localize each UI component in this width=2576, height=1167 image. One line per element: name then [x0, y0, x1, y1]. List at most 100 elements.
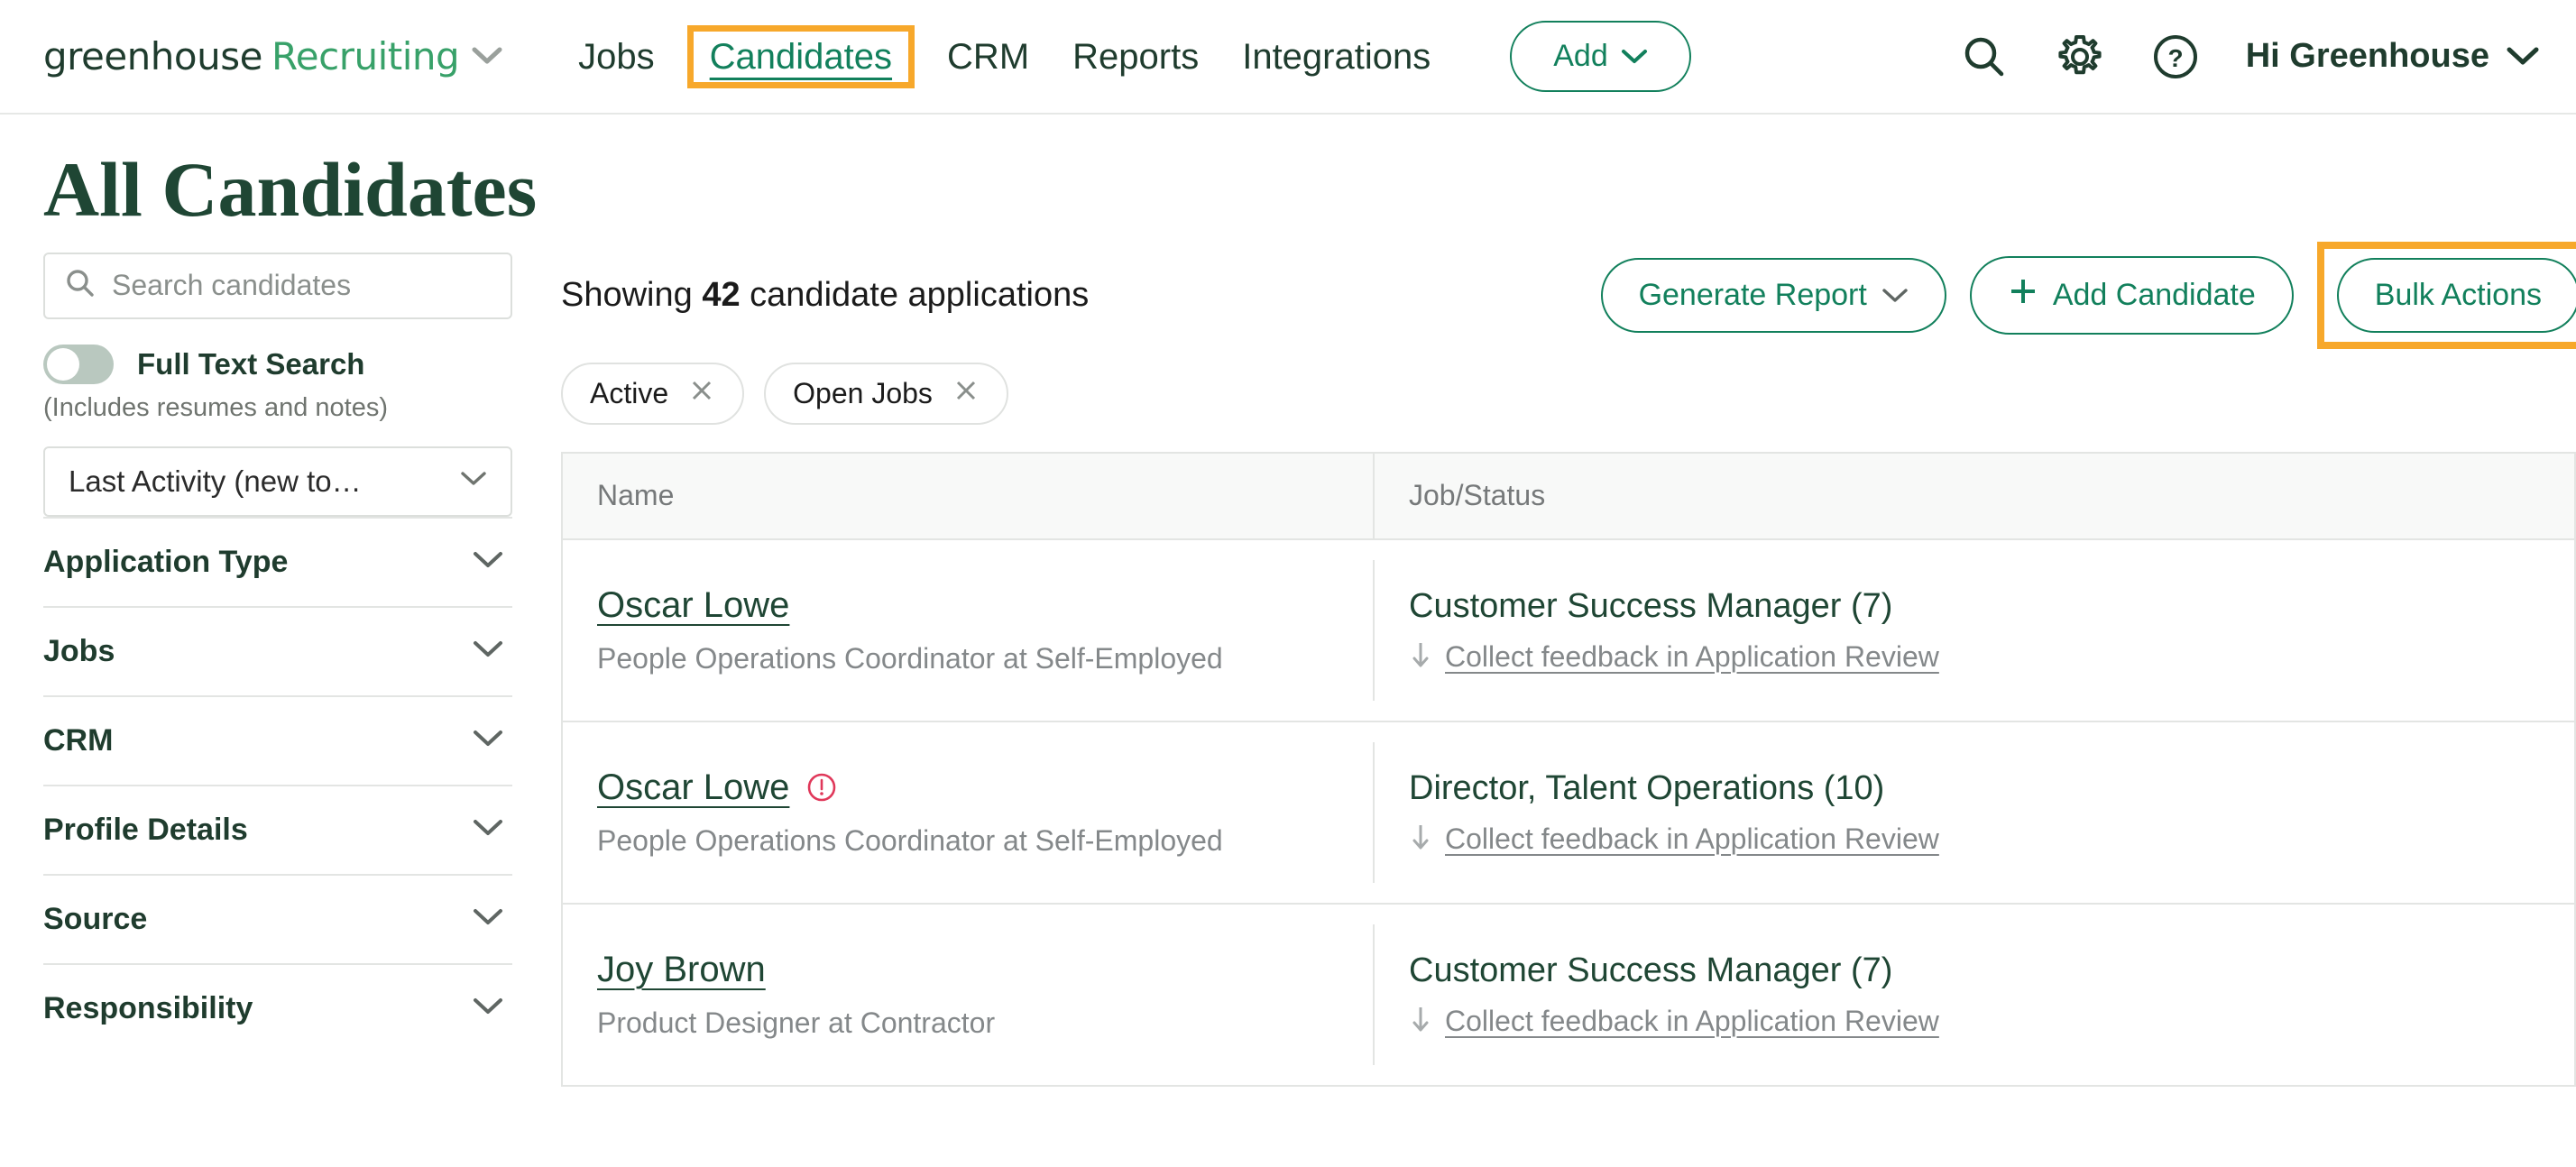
filter-chip-open-jobs[interactable]: Open Jobs — [764, 362, 1008, 425]
main-header-row: Showing 42 candidate applications Genera… — [561, 242, 2576, 350]
filter-label: Application Type — [43, 544, 289, 579]
filter-label: Profile Details — [43, 812, 248, 847]
candidate-name-line: Joy Brown — [597, 950, 1373, 990]
gear-icon[interactable] — [2055, 32, 2105, 82]
arrow-down-icon — [1409, 822, 1432, 856]
chevron-down-icon — [1621, 39, 1648, 74]
plus-icon — [2008, 276, 2038, 315]
nav-right-group: ? Hi Greenhouse — [1959, 32, 2540, 82]
main-action-buttons: Generate Report Add Candidate Bulk Actio… — [1600, 242, 2576, 350]
candidate-name-cell: Oscar Lowe People Operations Coordinator… — [563, 559, 1375, 701]
filter-label: Source — [43, 901, 148, 936]
chevron-down-icon — [473, 550, 503, 574]
alert-circle-icon[interactable] — [805, 771, 838, 804]
top-navigation-bar: greenhouse Recruiting Jobs Candidates CR… — [0, 0, 2576, 115]
filter-label: Jobs — [43, 633, 115, 668]
job-status-cell: Director, Talent Operations (10) Collect… — [1375, 744, 2574, 881]
user-menu[interactable]: Hi Greenhouse — [2246, 37, 2540, 76]
candidate-name-link[interactable]: Oscar Lowe — [597, 767, 789, 808]
table-row[interactable]: Oscar Lowe People Operations Coordinator… — [563, 722, 2574, 905]
job-status-link[interactable]: Collect feedback in Application Review — [1445, 822, 1939, 856]
add-candidate-button[interactable]: Add Candidate — [1969, 256, 2294, 335]
page-body: Full Text Search (Includes resumes and n… — [0, 233, 2576, 1087]
add-button[interactable]: Add — [1510, 21, 1691, 92]
search-icon[interactable] — [1959, 32, 2010, 82]
nav-item-reports[interactable]: Reports — [1051, 39, 1220, 75]
user-greeting-label: Hi Greenhouse — [2245, 37, 2489, 75]
table-row[interactable]: Joy Brown Product Designer at Contractor… — [563, 905, 2574, 1087]
question-circle-icon[interactable]: ? — [2150, 32, 2201, 82]
close-icon[interactable] — [688, 377, 715, 409]
table-row[interactable]: Oscar Lowe People Operations Coordinator… — [563, 540, 2574, 722]
sidebar-filter-profile-details[interactable]: Profile Details — [43, 784, 512, 874]
filter-label: Responsibility — [43, 990, 253, 1025]
chevron-down-icon — [1881, 278, 1909, 313]
add-candidate-label: Add Candidate — [2052, 278, 2256, 313]
nav-item-jobs[interactable]: Jobs — [557, 39, 676, 75]
candidate-subtitle: People Operations Coordinator at Self-Em… — [597, 641, 1223, 675]
nav-item-crm[interactable]: CRM — [925, 39, 1051, 75]
close-icon[interactable] — [952, 377, 980, 409]
job-title-link[interactable]: Customer Success Manager (7) — [1409, 587, 2574, 626]
job-status-link[interactable]: Collect feedback in Application Review — [1445, 640, 1939, 674]
candidate-name-link[interactable]: Oscar Lowe — [597, 585, 789, 626]
full-text-search-sublabel: (Includes resumes and notes) — [43, 392, 389, 422]
chevron-down-icon — [473, 818, 503, 842]
chevron-down-icon — [473, 729, 503, 753]
job-status-row: Collect feedback in Application Review — [1409, 1005, 2574, 1038]
job-title-link[interactable]: Director, Talent Operations (10) — [1409, 769, 2574, 808]
chevron-down-icon — [473, 639, 503, 664]
job-status-cell: Customer Success Manager (7) Collect fee… — [1375, 562, 2574, 699]
candidate-subtitle: People Operations Coordinator at Self-Em… — [597, 823, 1223, 857]
chevron-down-icon[interactable] — [472, 46, 502, 70]
search-candidates-box[interactable] — [43, 252, 512, 319]
candidates-main-panel: Showing 42 candidate applications Genera… — [548, 242, 2576, 1087]
bulk-actions-button[interactable]: Bulk Actions — [2336, 258, 2576, 334]
nav-item-candidates[interactable]: Candidates — [703, 39, 899, 75]
showing-prefix: Showing — [561, 276, 703, 315]
chevron-down-icon — [2506, 37, 2540, 76]
job-title-link[interactable]: Customer Success Manager (7) — [1409, 951, 2574, 990]
full-text-search-row: Full Text Search — [43, 344, 512, 384]
sort-select[interactable]: Last Activity (new to… — [43, 446, 512, 517]
search-input[interactable] — [112, 269, 491, 303]
job-status-row: Collect feedback in Application Review — [1409, 640, 2574, 674]
chip-label: Open Jobs — [793, 376, 933, 409]
filters-sidebar: Full Text Search (Includes resumes and n… — [43, 252, 548, 1087]
main-nav-links: Jobs Candidates CRM Reports Integrations — [557, 24, 1452, 88]
job-status-cell: Customer Success Manager (7) Collect fee… — [1375, 926, 2574, 1063]
sort-select-value: Last Activity (new to… — [69, 464, 362, 498]
sidebar-filter-source[interactable]: Source — [43, 873, 512, 963]
full-text-search-toggle[interactable] — [43, 344, 114, 384]
column-header-job-status[interactable]: Job/Status — [1375, 454, 2574, 538]
chevron-down-icon — [460, 470, 487, 492]
generate-report-label: Generate Report — [1638, 278, 1867, 313]
job-status-row: Collect feedback in Application Review — [1409, 822, 2574, 856]
showing-suffix: candidate applications — [740, 276, 1090, 315]
greenhouse-logo[interactable]: greenhouse Recruiting — [43, 34, 502, 78]
sidebar-filter-crm[interactable]: CRM — [43, 694, 512, 785]
generate-report-button[interactable]: Generate Report — [1600, 258, 1946, 334]
candidate-subtitle: Product Designer at Contractor — [597, 1006, 996, 1039]
arrow-down-icon — [1409, 1005, 1432, 1038]
arrow-down-icon — [1409, 640, 1432, 674]
logo-brand-text: greenhouse — [43, 34, 262, 78]
job-status-link[interactable]: Collect feedback in Application Review — [1445, 1005, 1939, 1038]
active-filter-chips: Active Open Jobs — [561, 362, 2576, 425]
chip-label: Active — [590, 376, 669, 409]
showing-count-text: Showing 42 candidate applications — [561, 276, 1089, 315]
logo-product-text: Recruiting — [271, 34, 460, 78]
candidate-name-cell: Oscar Lowe People Operations Coordinator… — [563, 741, 1375, 883]
candidate-name-link[interactable]: Joy Brown — [597, 950, 766, 990]
filter-chip-active[interactable]: Active — [561, 362, 745, 425]
sidebar-filter-jobs[interactable]: Jobs — [43, 605, 512, 695]
candidate-name-line: Oscar Lowe — [597, 585, 1373, 626]
column-header-name[interactable]: Name — [563, 453, 1375, 538]
table-header-row: Name Job/Status — [563, 453, 2574, 540]
toggle-knob — [47, 347, 79, 381]
showing-count-value: 42 — [702, 276, 741, 315]
sidebar-filter-application-type[interactable]: Application Type — [43, 516, 512, 606]
nav-item-integrations[interactable]: Integrations — [1220, 39, 1452, 75]
candidate-name-line: Oscar Lowe — [597, 767, 1373, 808]
sidebar-filter-responsibility[interactable]: Responsibility — [43, 962, 512, 1052]
